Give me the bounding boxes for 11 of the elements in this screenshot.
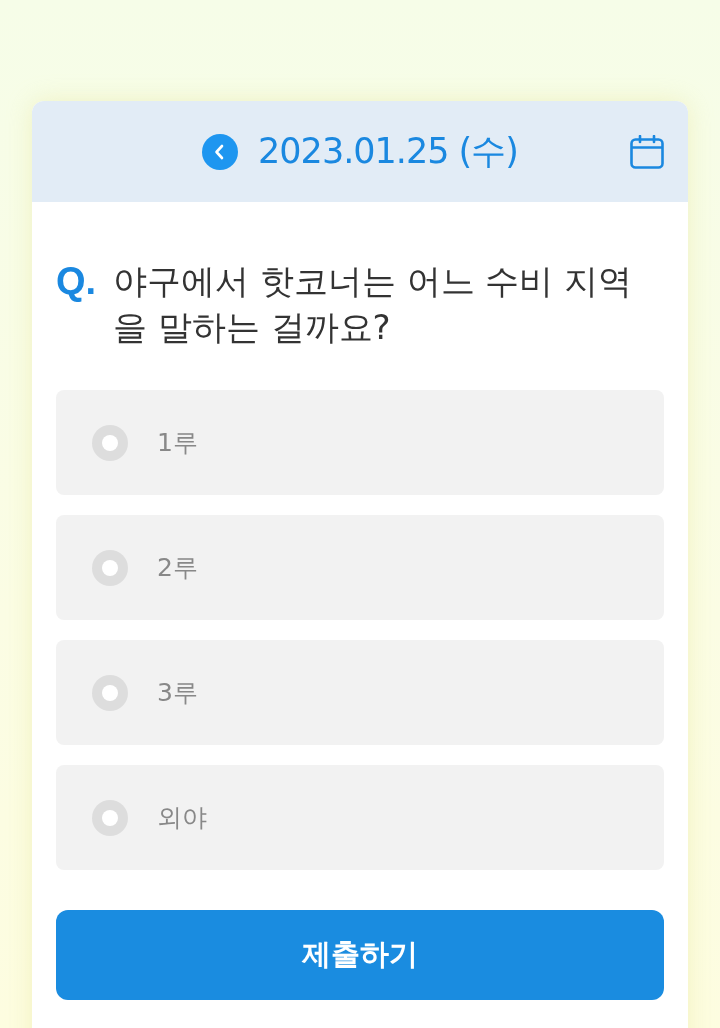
back-button[interactable] bbox=[202, 133, 239, 170]
answer-option[interactable]: 1루 bbox=[56, 390, 664, 495]
date-title: 2023.01.25 (수) bbox=[258, 134, 518, 169]
answer-option[interactable]: 3루 bbox=[56, 640, 664, 745]
submit-button[interactable]: 제출하기 bbox=[56, 910, 664, 1000]
question-text: 야구에서 핫코너는 어느 수비 지역을 말하는 걸까요? bbox=[113, 260, 634, 349]
calendar-icon[interactable] bbox=[630, 134, 664, 169]
answer-option[interactable]: 2루 bbox=[56, 515, 664, 620]
answer-option[interactable]: 외야 bbox=[56, 765, 664, 870]
question-label: Q. bbox=[56, 259, 98, 304]
chevron-left-icon bbox=[214, 143, 225, 160]
